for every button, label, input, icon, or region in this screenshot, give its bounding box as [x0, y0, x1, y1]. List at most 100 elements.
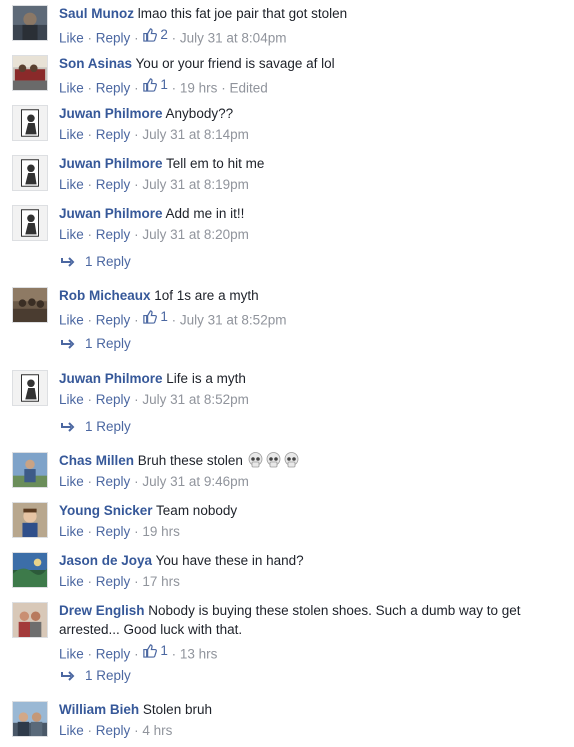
avatar[interactable]: [12, 105, 48, 141]
view-replies-link[interactable]: 1 Reply: [61, 336, 131, 351]
separator: ·: [87, 312, 93, 328]
comment-author[interactable]: Juwan Philmore: [59, 206, 163, 221]
avatar[interactable]: [12, 55, 48, 91]
like-button[interactable]: Like: [59, 647, 84, 662]
like-button[interactable]: Like: [59, 574, 84, 589]
separator: ·: [134, 723, 139, 738]
avatar[interactable]: [12, 452, 48, 488]
reply-button[interactable]: Reply: [96, 81, 131, 96]
timestamp[interactable]: July 31 at 8:52pm: [180, 313, 287, 328]
avatar[interactable]: [12, 155, 48, 191]
comment-author[interactable]: Saul Munoz: [59, 6, 134, 21]
comment-author[interactable]: Young Snicker: [59, 503, 153, 518]
like-button[interactable]: Like: [59, 723, 84, 738]
view-replies-link[interactable]: 1 Reply: [61, 668, 131, 683]
timestamp[interactable]: July 31 at 8:04pm: [180, 31, 287, 46]
reply-button[interactable]: Reply: [96, 227, 131, 242]
comment-author[interactable]: Rob Micheaux: [59, 288, 151, 303]
avatar[interactable]: [12, 701, 48, 737]
avatar[interactable]: [12, 552, 48, 588]
comment-author[interactable]: Drew English: [59, 603, 145, 618]
skull-emoji-group: [247, 452, 301, 468]
like-button[interactable]: Like: [59, 81, 84, 96]
separator: ·: [87, 227, 93, 242]
timestamp[interactable]: 4 hrs: [142, 723, 172, 738]
reply-button[interactable]: Reply: [96, 127, 131, 142]
separator: ·: [134, 312, 139, 328]
comment-text: Stolen bruh: [142, 702, 212, 717]
timestamp[interactable]: 13 hrs: [180, 647, 218, 662]
reply-button[interactable]: Reply: [96, 524, 131, 539]
comment-author[interactable]: William Bieh: [59, 702, 139, 717]
like-count[interactable]: 1: [142, 76, 168, 94]
like-count-value: 1: [160, 77, 168, 92]
comment-text: lmao this fat joe pair that got stolen: [137, 6, 348, 21]
avatar[interactable]: [12, 502, 48, 538]
separator: ·: [87, 723, 93, 738]
separator: ·: [221, 80, 226, 96]
timestamp[interactable]: July 31 at 8:20pm: [142, 227, 249, 242]
timestamp[interactable]: July 31 at 8:14pm: [142, 127, 249, 142]
separator: ·: [87, 474, 93, 489]
separator: ·: [134, 392, 139, 407]
thumbs-up-icon: [143, 27, 158, 42]
view-replies-link[interactable]: 1 Reply: [61, 254, 131, 269]
like-button[interactable]: Like: [59, 127, 84, 142]
timestamp[interactable]: 19 hrs: [180, 81, 218, 96]
like-button[interactable]: Like: [59, 31, 84, 46]
comment-author[interactable]: Juwan Philmore: [59, 371, 163, 386]
comment-author[interactable]: Juwan Philmore: [59, 156, 163, 171]
avatar[interactable]: [12, 205, 48, 241]
timestamp[interactable]: July 31 at 8:52pm: [142, 392, 249, 407]
avatar[interactable]: [12, 602, 48, 638]
like-count-value: 1: [160, 643, 168, 658]
separator: ·: [87, 127, 93, 142]
reply-arrow-icon: [61, 256, 75, 267]
like-count[interactable]: 2: [142, 26, 168, 44]
comment-text: Team nobody: [156, 503, 238, 518]
reply-button[interactable]: Reply: [96, 574, 131, 589]
separator: ·: [134, 227, 139, 242]
separator: ·: [87, 646, 93, 662]
separator: ·: [134, 646, 139, 662]
like-button[interactable]: Like: [59, 313, 84, 328]
comment-thread: Saul Munoz lmao this fat joe pair that g…: [0, 0, 574, 747]
timestamp[interactable]: July 31 at 8:19pm: [142, 177, 249, 192]
separator: ·: [134, 30, 139, 46]
reply-button[interactable]: Reply: [96, 474, 131, 489]
reply-button[interactable]: Reply: [96, 313, 131, 328]
comment-text: Tell em to hit me: [166, 156, 265, 171]
reply-button[interactable]: Reply: [96, 177, 131, 192]
timestamp[interactable]: 17 hrs: [142, 574, 180, 589]
timestamp[interactable]: 19 hrs: [142, 524, 180, 539]
view-replies-link[interactable]: 1 Reply: [61, 419, 131, 434]
comment-author[interactable]: Jason de Joya: [59, 553, 152, 568]
comment-author[interactable]: Son Asinas: [59, 56, 132, 71]
like-button[interactable]: Like: [59, 474, 84, 489]
like-count[interactable]: 1: [142, 642, 168, 660]
comment-author[interactable]: Chas Millen: [59, 453, 134, 468]
replies-count: 1 Reply: [85, 668, 131, 683]
separator: ·: [171, 312, 177, 328]
avatar[interactable]: [12, 370, 48, 406]
timestamp[interactable]: July 31 at 9:46pm: [142, 474, 249, 489]
like-button[interactable]: Like: [59, 524, 84, 539]
like-button[interactable]: Like: [59, 227, 84, 242]
like-count[interactable]: 1: [142, 308, 168, 326]
comment-author[interactable]: Juwan Philmore: [59, 106, 163, 121]
like-button[interactable]: Like: [59, 177, 84, 192]
like-button[interactable]: Like: [59, 392, 84, 407]
separator: ·: [134, 574, 139, 589]
separator: ·: [134, 127, 139, 142]
reply-button[interactable]: Reply: [96, 723, 131, 738]
avatar[interactable]: [12, 5, 48, 41]
separator: ·: [134, 524, 139, 539]
separator: ·: [171, 30, 177, 46]
avatar[interactable]: [12, 287, 48, 323]
edited-label[interactable]: Edited: [229, 81, 267, 96]
reply-button[interactable]: Reply: [96, 31, 131, 46]
replies-count: 1 Reply: [85, 336, 131, 351]
reply-button[interactable]: Reply: [96, 392, 131, 407]
reply-button[interactable]: Reply: [96, 647, 131, 662]
reply-arrow-icon: [61, 670, 75, 681]
